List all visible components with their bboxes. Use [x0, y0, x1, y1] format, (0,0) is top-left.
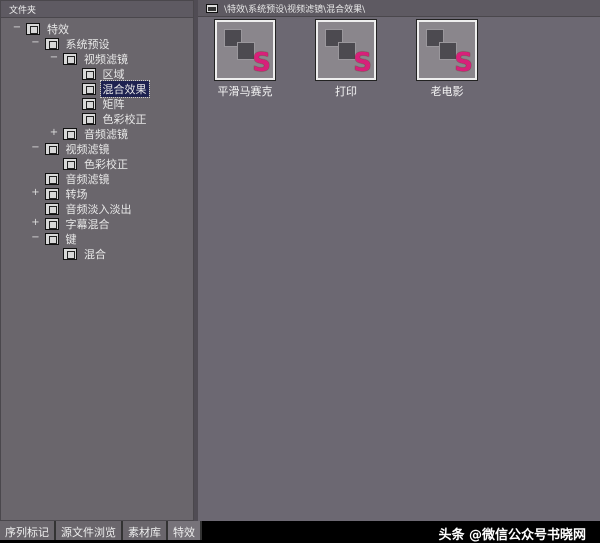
- tree-item[interactable]: 视频滤镜: [44, 141, 112, 156]
- effects-panel: \特效\系统预设\视频滤镜\混合效果\ S 平滑马赛克 S 打印 S 老电影: [198, 0, 600, 521]
- tree-item[interactable]: 字幕混合: [44, 216, 112, 231]
- tree-item[interactable]: 音频淡入淡出: [44, 201, 134, 216]
- tab[interactable]: 源文件浏览: [56, 521, 123, 540]
- effect-badge-icon: S: [252, 48, 271, 78]
- tree-item-label: 视频滤镜: [65, 142, 110, 156]
- tree-item-label: 混合效果: [99, 79, 150, 98]
- effect-label: 平滑马赛克: [217, 85, 273, 98]
- tree-item[interactable]: 混合效果: [81, 79, 150, 98]
- collapse-icon[interactable]: −: [31, 142, 41, 153]
- folder-icon: [81, 67, 96, 80]
- folder-icon: [44, 232, 59, 245]
- bottom-tabs: 序列标记 源文件浏览 素材库 特效 头条 @微信公众号书晓网: [0, 521, 600, 543]
- folder-icon: [44, 202, 59, 215]
- folder-icon: [63, 52, 77, 65]
- effect-thumbnail: S: [416, 19, 478, 81]
- tree-item-label: 混合: [84, 247, 106, 261]
- tree-item-label: 特效: [47, 22, 69, 36]
- folder-panel: 文件夹 − 特效 − 系统预设 − 视频滤镜 区域 混合效果 矩阵 色彩校正 + 音频滤镜 − 视频滤镜色…: [0, 0, 194, 521]
- tree-item-label: 音频滤镜: [65, 172, 110, 186]
- tree-item[interactable]: 矩阵: [81, 96, 127, 111]
- tree-item[interactable]: 视频滤镜: [63, 51, 130, 66]
- tree-item-label: 色彩校正: [84, 157, 128, 171]
- effect-item[interactable]: S 老电影: [402, 19, 492, 99]
- tree-item[interactable]: 色彩校正: [81, 111, 149, 126]
- expand-icon[interactable]: +: [49, 127, 59, 138]
- expand-icon[interactable]: +: [31, 217, 41, 228]
- effect-item[interactable]: S 打印: [301, 19, 391, 99]
- folder-icon: [44, 217, 59, 230]
- folder-icon: [44, 142, 59, 155]
- breadcrumb: \特效\系统预设\视频滤镜\混合效果\: [198, 0, 600, 17]
- tree-item-label: 系统预设: [65, 37, 110, 51]
- effect-thumbnail: S: [214, 19, 276, 81]
- tree-item[interactable]: 色彩校正: [63, 156, 130, 171]
- folder-icon: [44, 37, 59, 50]
- tab[interactable]: 序列标记: [0, 521, 56, 540]
- tree-item-label: 矩阵: [102, 97, 125, 111]
- tree-item[interactable]: 键: [44, 231, 79, 246]
- breadcrumb-path: \特效\系统预设\视频滤镜\混合效果\: [224, 4, 366, 15]
- tree-item-label: 区域: [102, 67, 125, 81]
- tree-item-label: 音频淡入淡出: [65, 202, 132, 216]
- tree-item-label: 色彩校正: [102, 112, 147, 126]
- collapse-icon[interactable]: −: [49, 52, 59, 63]
- folder-icon: [63, 127, 77, 140]
- tree-item[interactable]: 转场: [44, 186, 90, 201]
- effect-badge-icon: S: [454, 48, 473, 78]
- tab[interactable]: 素材库: [123, 521, 168, 540]
- tree-item[interactable]: 混合: [63, 246, 108, 261]
- folder-icon: [63, 157, 77, 170]
- effect-label: 打印: [335, 85, 357, 98]
- effect-item[interactable]: S 平滑马赛克: [200, 19, 290, 99]
- tab[interactable]: 特效: [168, 521, 202, 540]
- tree-item-label: 音频滤镜: [84, 127, 128, 141]
- folder-icon: [81, 82, 96, 95]
- folder-panel-title: 文件夹: [1, 1, 193, 18]
- effect-label: 老电影: [430, 85, 464, 98]
- folder-icon: [63, 247, 77, 260]
- folder-icon: [26, 22, 40, 35]
- effect-badge-icon: S: [353, 48, 372, 78]
- folder-icon: [81, 97, 96, 110]
- tree-item[interactable]: 特效: [26, 21, 71, 36]
- collapse-icon[interactable]: −: [31, 37, 41, 48]
- tree-item[interactable]: 音频滤镜: [63, 126, 130, 141]
- tree-item-label: 视频滤镜: [84, 52, 128, 66]
- folder-icon: [81, 112, 96, 125]
- effect-thumbnail: S: [315, 19, 377, 81]
- tree-item-label: 键: [65, 232, 77, 246]
- tree-item[interactable]: 系统预设: [44, 36, 112, 51]
- folder-icon: [44, 172, 59, 185]
- collapse-icon[interactable]: −: [31, 232, 41, 243]
- folder-icon[interactable]: [206, 3, 218, 13]
- expand-icon[interactable]: +: [31, 187, 41, 198]
- tree-item-label: 字幕混合: [65, 217, 110, 231]
- folder-icon: [44, 187, 59, 200]
- watermark: 头条 @微信公众号书晓网: [438, 528, 586, 543]
- collapse-icon[interactable]: −: [12, 22, 22, 33]
- tree-item[interactable]: 音频滤镜: [44, 171, 112, 186]
- tree-item[interactable]: 区域: [81, 66, 127, 81]
- tree-item-label: 转场: [65, 187, 88, 201]
